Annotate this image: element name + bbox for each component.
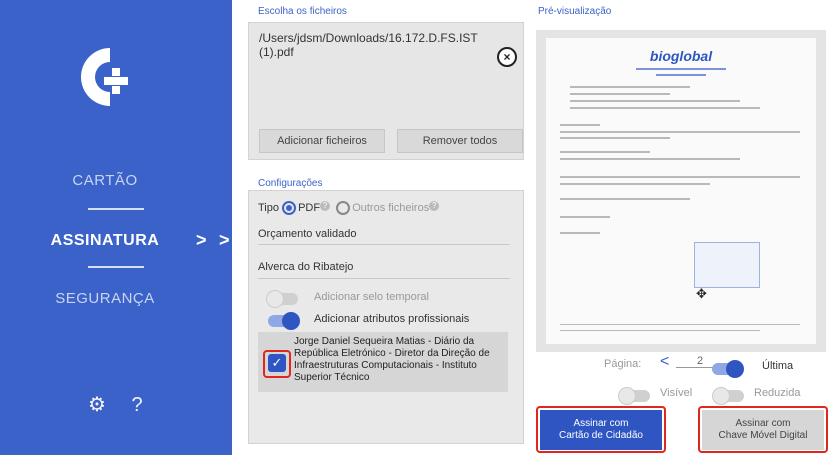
- other-files-label: Outros ficheiros: [352, 201, 430, 214]
- checkbox-highlight: [263, 350, 291, 378]
- doc-text-line: [560, 198, 690, 200]
- help-icon[interactable]: ?: [429, 201, 440, 211]
- sidebar-divider: [88, 208, 144, 210]
- pdf-radio[interactable]: [282, 201, 297, 215]
- files-section-label: Escolha os ficheiros: [258, 6, 347, 17]
- sidebar-item-seguranca[interactable]: SEGURANÇA: [0, 290, 210, 307]
- visible-toggle[interactable]: [618, 387, 650, 405]
- doc-text-line: [636, 68, 726, 70]
- config-section-label: Configurações: [258, 178, 323, 189]
- type-row: Tipo PDF? Outros ficheiros?: [258, 201, 440, 215]
- sign-citizen-card-button[interactable]: Assinar com Cartão de Cidadão: [540, 410, 662, 450]
- sidebar-item-cartao[interactable]: CARTÃO: [0, 172, 210, 189]
- add-files-button[interactable]: Adicionar ficheiros: [259, 129, 385, 153]
- doc-text-line: [570, 86, 690, 88]
- reason-field[interactable]: Orçamento validado: [258, 228, 356, 240]
- selected-file-path: /Users/jdsm/Downloads/16.172.D.FS.IST (1…: [259, 31, 478, 59]
- document-logo: bioglobal: [649, 48, 713, 64]
- doc-text-line: [560, 131, 800, 133]
- reduced-toggle[interactable]: [712, 387, 744, 405]
- professional-attribute-item: ✓ Jorge Daniel Sequeira Matias - Diário …: [258, 332, 508, 392]
- doc-text-line: [560, 216, 610, 218]
- other-files-radio[interactable]: [336, 201, 351, 215]
- type-label: Tipo: [258, 201, 279, 214]
- location-field[interactable]: Alverca do Ribatejo: [258, 261, 353, 273]
- reason-underline: [258, 244, 510, 245]
- timestamp-toggle[interactable]: [266, 290, 298, 308]
- doc-text-line: [570, 93, 670, 95]
- doc-text-line: [570, 100, 740, 102]
- sidebar-item-assinatura[interactable]: ASSINATURA: [0, 232, 210, 250]
- doc-text-line: [656, 74, 706, 76]
- chevron-right-icon: >: [219, 230, 230, 250]
- pdf-option-label: PDF: [298, 201, 321, 214]
- chevron-right-icon: >: [196, 230, 207, 250]
- main-content: Escolha os ficheiros /Users/jdsm/Downloa…: [232, 0, 830, 455]
- app-logo-icon: [81, 48, 128, 106]
- last-page-label: Última: [762, 360, 794, 372]
- doc-text-line: [570, 107, 760, 109]
- sign-mobile-key-button[interactable]: Assinar com Chave Móvel Digital: [702, 410, 824, 450]
- doc-text-line: [560, 151, 650, 153]
- signature-stamp-preview[interactable]: [694, 242, 760, 288]
- page-label: Página:: [604, 358, 642, 370]
- doc-text-line: [560, 158, 740, 160]
- timestamp-label: Adicionar selo temporal: [314, 291, 429, 303]
- sidebar-divider: [88, 266, 144, 268]
- preview-section-label: Pré-visualização: [538, 6, 612, 17]
- sidebar-bottom-icons: ⚙ ?: [88, 392, 163, 417]
- gear-icon[interactable]: ⚙: [88, 392, 106, 417]
- remove-all-button[interactable]: Remover todos: [397, 129, 523, 153]
- visible-label: Visível: [660, 387, 693, 399]
- doc-text-line: [560, 137, 670, 139]
- document-preview[interactable]: bioglobal ✥: [546, 38, 816, 344]
- doc-text-line: [560, 176, 800, 178]
- help-icon[interactable]: ?: [132, 394, 143, 417]
- reduced-label: Reduzida: [754, 387, 801, 399]
- move-cursor-icon: ✥: [696, 286, 707, 301]
- last-page-toggle[interactable]: [712, 360, 744, 378]
- close-icon[interactable]: ×: [497, 47, 517, 67]
- doc-text-line: [560, 232, 600, 234]
- help-icon[interactable]: ?: [320, 201, 331, 211]
- doc-text-line: [560, 124, 600, 126]
- sidebar: CARTÃO ASSINATURA > SEGURANÇA ⚙ ?: [0, 0, 232, 455]
- preview-panel: bioglobal ✥: [536, 30, 826, 352]
- doc-text-line: [560, 183, 710, 185]
- sign-cmd-label: Assinar com Chave Móvel Digital: [718, 418, 808, 441]
- location-underline: [258, 278, 510, 279]
- sign-cc-label: Assinar com Cartão de Cidadão: [559, 418, 643, 441]
- files-panel: /Users/jdsm/Downloads/16.172.D.FS.IST (1…: [248, 22, 524, 160]
- doc-footer-line: [560, 330, 760, 331]
- professional-attributes-label: Adicionar atributos profissionais: [314, 313, 470, 325]
- chevron-left-icon[interactable]: <: [660, 353, 669, 371]
- doc-footer-line: [560, 324, 800, 325]
- professional-attributes-toggle[interactable]: [268, 312, 300, 330]
- attribute-text: Jorge Daniel Sequeira Matias - Diário da…: [294, 336, 490, 383]
